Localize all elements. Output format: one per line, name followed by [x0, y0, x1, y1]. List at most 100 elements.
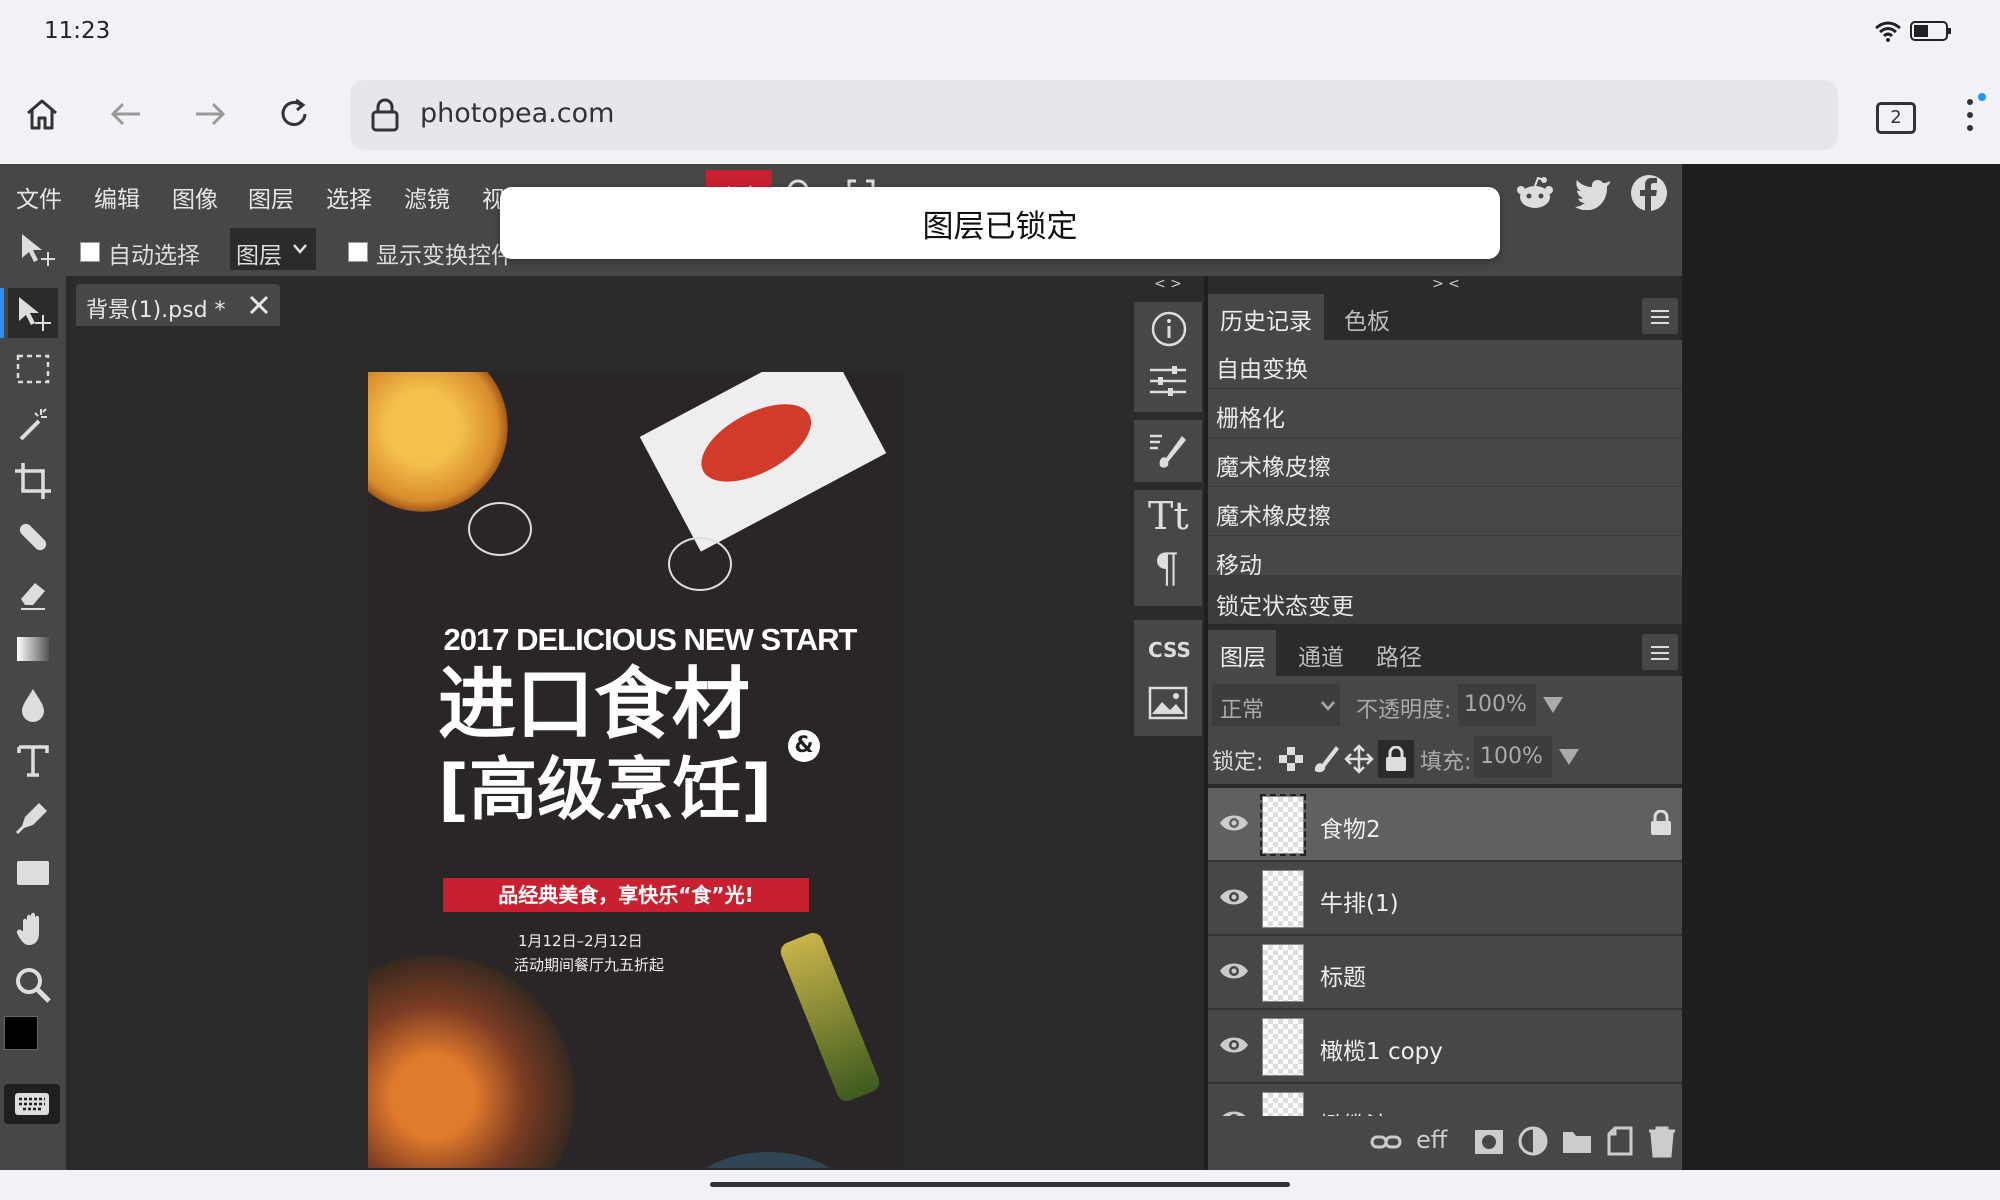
tool-gradient[interactable] [8, 624, 58, 674]
history-item[interactable]: 魔术橡皮擦 [1208, 438, 1682, 487]
menu-layer[interactable]: 图层 [248, 180, 294, 214]
tab-paths[interactable]: 路径 [1376, 638, 1422, 672]
tool-move[interactable] [8, 288, 58, 338]
document-canvas[interactable]: 2017 DELICIOUS NEW START 进口食材 & [高级烹饪] 品… [368, 372, 903, 1168]
tools-panel [0, 276, 66, 1170]
layers-panel-menu[interactable] [1642, 634, 1678, 670]
link-icon[interactable] [1370, 1130, 1402, 1154]
home-button[interactable] [14, 86, 70, 142]
triangle-down-icon[interactable] [1558, 748, 1580, 766]
mask-icon[interactable] [1474, 1128, 1504, 1156]
adjustments-icon[interactable] [1148, 364, 1188, 398]
layer-select-dropdown[interactable]: 图层 [230, 228, 316, 270]
forward-button[interactable] [182, 86, 238, 142]
icon-group-info [1134, 302, 1202, 412]
tab-swatches[interactable]: 色板 [1344, 302, 1390, 336]
folder-icon[interactable] [1562, 1128, 1592, 1154]
history-item-current[interactable]: 锁定状态变更 [1208, 575, 1682, 624]
auto-select-checkbox[interactable] [80, 242, 100, 262]
reload-button[interactable] [266, 86, 322, 142]
chevron-down-icon [293, 244, 307, 254]
layer-row[interactable]: 牛排(1) [1208, 862, 1682, 936]
layer-name: 食物2 [1320, 817, 1381, 843]
twitter-icon[interactable] [1574, 176, 1612, 210]
opacity-input[interactable]: 100% [1458, 684, 1536, 726]
tab-history-label: 历史记录 [1220, 309, 1312, 335]
tool-crop[interactable] [8, 456, 58, 506]
tab-channels[interactable]: 通道 [1298, 638, 1344, 672]
lobster-board-image [639, 372, 887, 552]
paragraph-icon[interactable]: ¶ [1154, 546, 1179, 592]
tool-marquee[interactable] [8, 344, 58, 394]
home-indicator[interactable] [710, 1182, 1290, 1187]
menu-filter[interactable]: 滤镜 [404, 180, 450, 214]
address-bar[interactable]: photopea.com [350, 80, 1838, 150]
tool-zoom[interactable] [8, 960, 58, 1010]
expand-arrows[interactable]: < > [1154, 276, 1182, 292]
blend-mode-dropdown[interactable]: 正常 [1212, 684, 1340, 726]
layer-row-selected[interactable]: 食物2 [1208, 788, 1682, 862]
layer-row[interactable]: 标题 [1208, 936, 1682, 1010]
character-icon[interactable]: Tt [1148, 494, 1189, 538]
info-icon[interactable] [1150, 310, 1188, 348]
move-tool-icon[interactable] [18, 232, 58, 268]
tab-layers[interactable]: 图层 [1208, 630, 1276, 676]
history-item[interactable]: 魔术橡皮擦 [1208, 487, 1682, 536]
tab-history[interactable]: 历史记录 [1208, 294, 1324, 340]
lock-position-icon[interactable] [1344, 744, 1374, 774]
new-layer-icon[interactable] [1606, 1126, 1634, 1156]
eye-icon[interactable] [1218, 810, 1250, 836]
tool-blur[interactable] [8, 680, 58, 730]
reddit-icon[interactable] [1516, 174, 1554, 212]
fx-button[interactable]: eff [1416, 1126, 1447, 1154]
layer-row[interactable]: 橄榄油 [1208, 1084, 1682, 1116]
browser-menu-button[interactable] [1956, 92, 1986, 138]
tool-healing[interactable] [8, 512, 58, 562]
foreground-color-swatch[interactable] [4, 1016, 38, 1050]
show-transform-checkbox[interactable] [348, 242, 368, 262]
eye-icon[interactable] [1218, 884, 1250, 910]
eye-icon[interactable] [1218, 958, 1250, 984]
history-item[interactable]: 栅格化 [1208, 389, 1682, 438]
menu-select[interactable]: 选择 [326, 180, 372, 214]
tool-magic-wand[interactable] [8, 400, 58, 450]
menu-edit[interactable]: 编辑 [94, 180, 140, 214]
trash-icon[interactable] [1648, 1126, 1676, 1158]
move-arrow-icon [19, 297, 51, 331]
tool-shape[interactable] [8, 848, 58, 898]
tool-eraser[interactable] [8, 568, 58, 618]
menu-file[interactable]: 文件 [16, 180, 62, 214]
history-item-label: 魔术橡皮擦 [1216, 455, 1331, 481]
image-icon[interactable] [1148, 686, 1188, 720]
zoom-icon [16, 968, 51, 1003]
close-icon[interactable] [248, 294, 270, 316]
back-button[interactable] [98, 86, 154, 142]
menu-image[interactable]: 图像 [172, 180, 218, 214]
eye-icon[interactable] [1218, 1032, 1250, 1058]
facebook-icon[interactable] [1630, 174, 1668, 212]
bowl-image [688, 1152, 848, 1168]
lock-all-button[interactable] [1378, 740, 1414, 778]
tool-hand[interactable] [8, 904, 58, 954]
lock-transparency-icon[interactable] [1278, 746, 1304, 772]
layer-row[interactable]: 橄榄1 copy [1208, 1010, 1682, 1084]
tab-switcher-button[interactable]: 2 [1876, 102, 1916, 134]
css-icon[interactable]: CSS [1148, 638, 1191, 662]
lock-pixels-icon[interactable] [1312, 744, 1340, 774]
fill-input[interactable]: 100% [1474, 736, 1552, 778]
document-tab[interactable]: 背景(1).psd * [76, 284, 280, 326]
type-icon [17, 745, 49, 777]
triangle-down-icon[interactable] [1542, 696, 1564, 714]
history-panel-menu[interactable] [1642, 298, 1678, 334]
tool-text[interactable] [8, 736, 58, 786]
collapse-arrows[interactable]: > < [1432, 276, 1460, 292]
keyboard-button[interactable] [4, 1084, 60, 1124]
brush-settings-icon[interactable] [1148, 432, 1188, 472]
tool-pen[interactable] [8, 792, 58, 842]
eye-icon[interactable] [1218, 1106, 1250, 1116]
status-time: 11:23 [44, 18, 111, 44]
adjustment-layer-icon[interactable] [1518, 1126, 1548, 1156]
auto-select-label: 自动选择 [108, 243, 200, 269]
history-item[interactable]: 自由变换 [1208, 340, 1682, 389]
opacity-label: 不透明度: [1356, 698, 1452, 723]
